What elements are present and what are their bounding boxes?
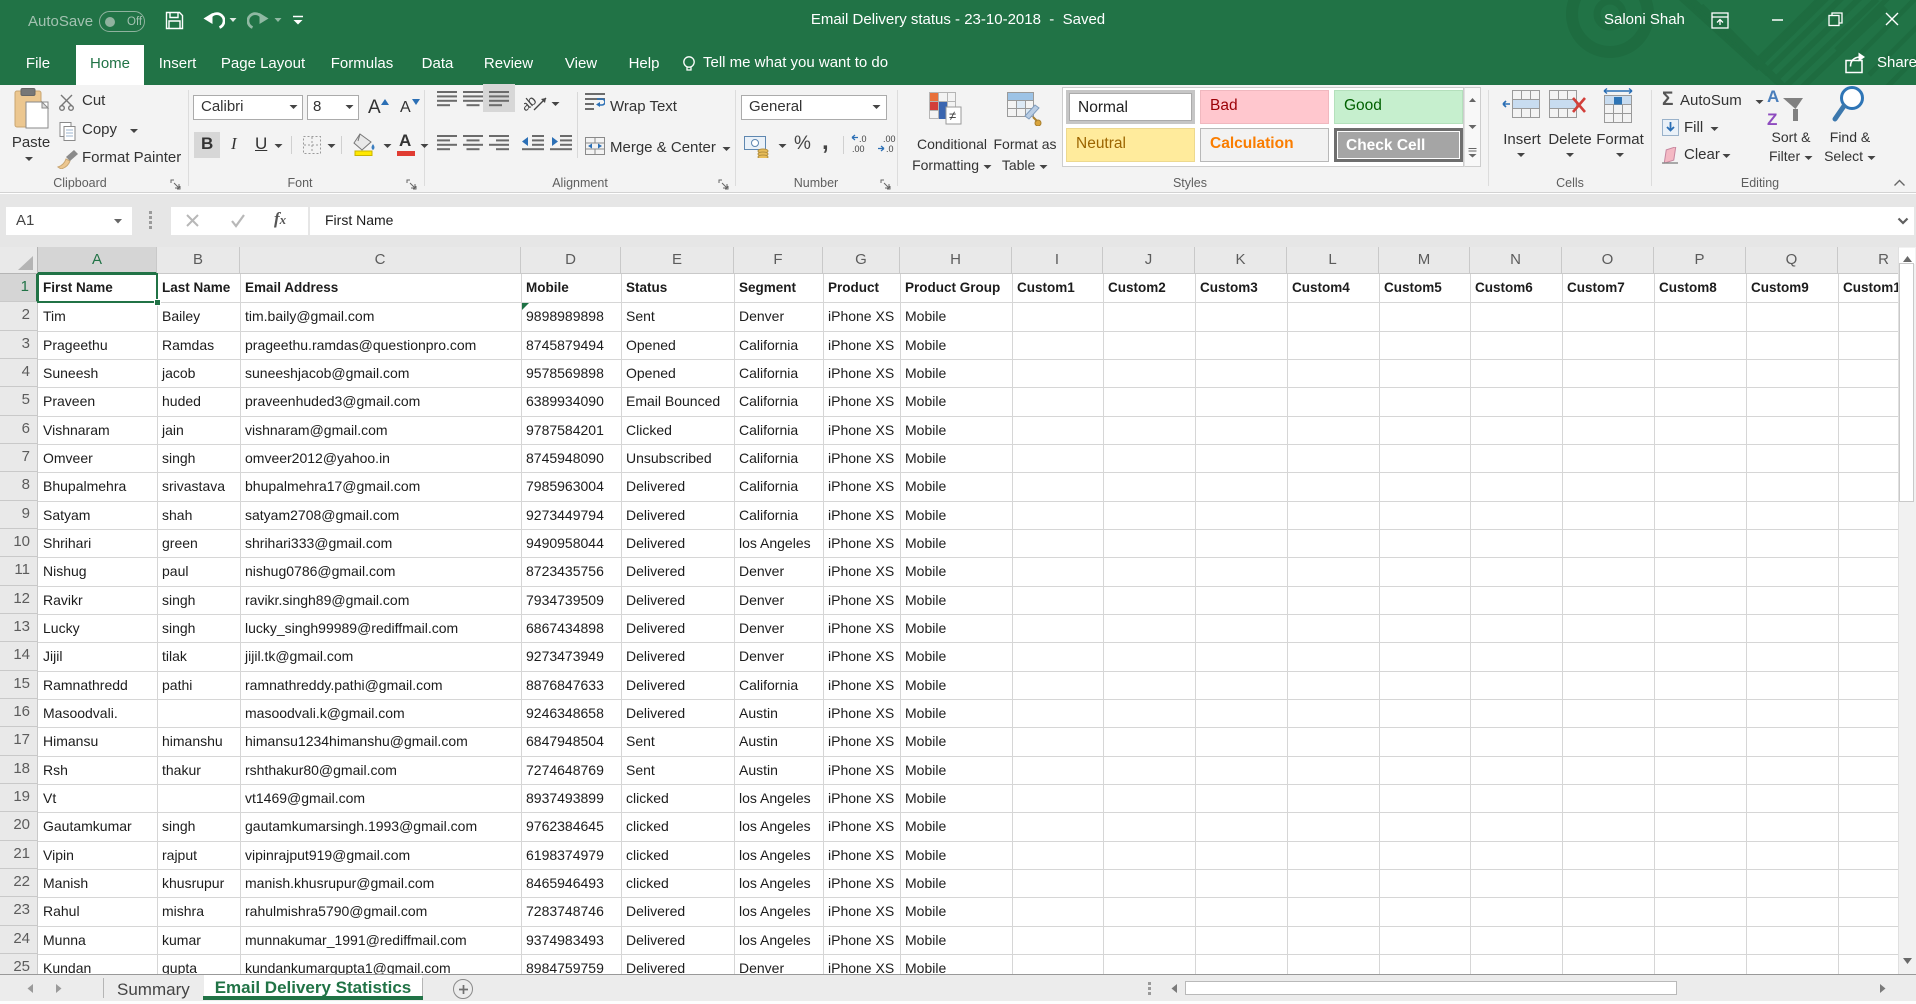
svg-text:.00: .00 (883, 134, 896, 144)
svg-text:.0: .0 (859, 134, 867, 144)
svg-text:ab: ab (524, 92, 539, 114)
svg-text:.00: .00 (852, 144, 865, 154)
svg-text:Z: Z (1767, 110, 1777, 129)
svg-text:≠: ≠ (949, 108, 956, 123)
svg-text:.0: .0 (886, 144, 894, 154)
svg-text:A: A (1767, 87, 1779, 106)
